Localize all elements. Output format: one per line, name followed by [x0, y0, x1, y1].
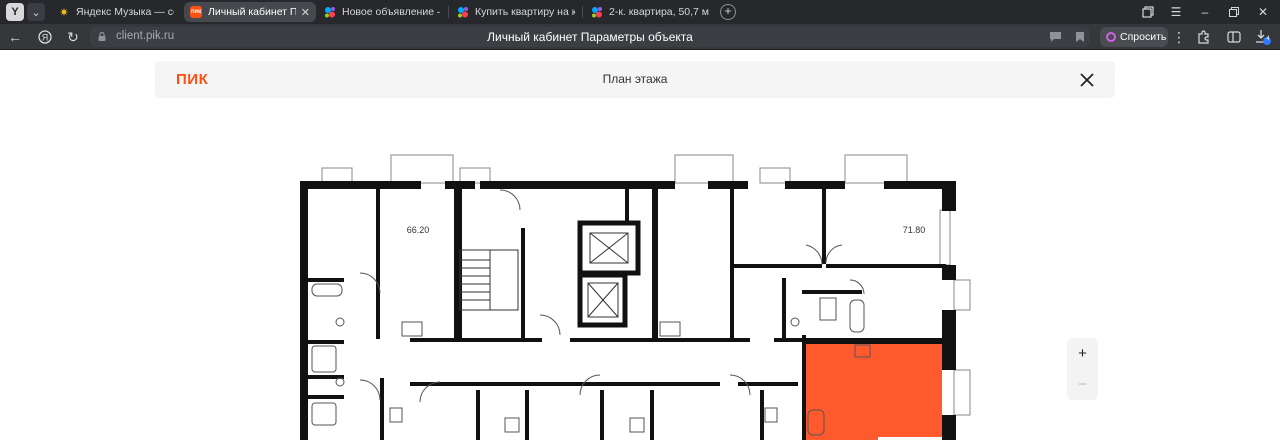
alice-ai-icon	[1106, 32, 1116, 42]
sidebar-icon[interactable]	[1225, 28, 1243, 46]
apartment-area-label[interactable]: 66.20	[407, 225, 430, 235]
new-tab-button[interactable]: +	[720, 4, 736, 20]
selected-apartment[interactable]	[805, 343, 942, 440]
window-side	[939, 209, 951, 266]
elevator	[577, 220, 641, 276]
page-header: ПИК План этажа	[155, 61, 1115, 98]
avito-icon	[457, 6, 469, 18]
balcony	[390, 154, 454, 184]
balcony	[844, 154, 908, 184]
ask-ai-button[interactable]: Спросить	[1100, 27, 1168, 47]
window-side	[953, 369, 971, 416]
zoom-in-button[interactable]: +	[1067, 338, 1098, 369]
floor-plan-title: План этажа	[602, 72, 668, 86]
extensions-icon[interactable]	[1195, 28, 1213, 46]
tab-separator	[582, 6, 583, 18]
floor-plan: 66.20 71.80	[300, 154, 971, 440]
tab-pik-cabinet[interactable]: пик Личный кабинет Пара ✕	[184, 2, 316, 22]
page-title-text: Личный кабинет Параметры объекта	[487, 30, 693, 44]
downloads-icon[interactable]: 4	[1254, 28, 1272, 46]
window-box	[459, 167, 491, 184]
balcony	[674, 154, 734, 184]
close-tab-icon[interactable]: ✕	[301, 6, 310, 19]
tab-2-room-apartment[interactable]: 2-к. квартира, 50,7 м², 4/1	[585, 2, 715, 22]
close-window-icon[interactable]: ✕	[1252, 3, 1274, 21]
tab-bar: Y ⌄ ✷ Яндекс Музыка — собира пик Личный …	[0, 0, 1280, 24]
apartment-area-label[interactable]: 71.80	[903, 225, 926, 235]
more-options-icon[interactable]: ⋮	[1170, 28, 1188, 46]
window-box	[321, 167, 353, 184]
pik-favicon-icon: пик	[190, 6, 202, 18]
window-side	[953, 279, 971, 311]
avito-icon	[591, 6, 603, 18]
address-bar: ← Я ↻ client.pik.ru Личный кабинет Парам…	[0, 24, 1280, 50]
window-box	[759, 167, 791, 184]
download-count-badge: 4	[1266, 36, 1270, 42]
bookmark-icon[interactable]	[1071, 28, 1089, 46]
zoom-controls: + −	[1067, 338, 1098, 400]
comment-icon[interactable]	[1046, 28, 1064, 46]
avito-icon	[324, 6, 336, 18]
staircase	[459, 249, 519, 311]
tab-separator	[448, 6, 449, 18]
chevron-down-icon: ⌄	[31, 6, 41, 19]
elevator	[577, 272, 628, 328]
close-icon[interactable]	[1077, 70, 1097, 90]
tab-new-listing[interactable]: Новое объявление — Об	[318, 2, 446, 22]
collections-icon[interactable]	[1137, 3, 1159, 21]
tab-buy-apartment[interactable]: Купить квартиру на карт	[451, 2, 581, 22]
menu-icon[interactable]: ☰	[1165, 3, 1187, 21]
minimize-icon[interactable]: –	[1194, 3, 1216, 21]
restore-icon[interactable]	[1223, 3, 1245, 21]
yandex-menu-button[interactable]: Y	[6, 3, 24, 21]
tab-list-button[interactable]: ⌄	[27, 3, 45, 21]
zoom-out-button[interactable]: −	[1067, 369, 1098, 400]
tab-yandex-music[interactable]: ✷ Яндекс Музыка — собира	[52, 2, 180, 22]
music-icon: ✷	[59, 6, 69, 19]
